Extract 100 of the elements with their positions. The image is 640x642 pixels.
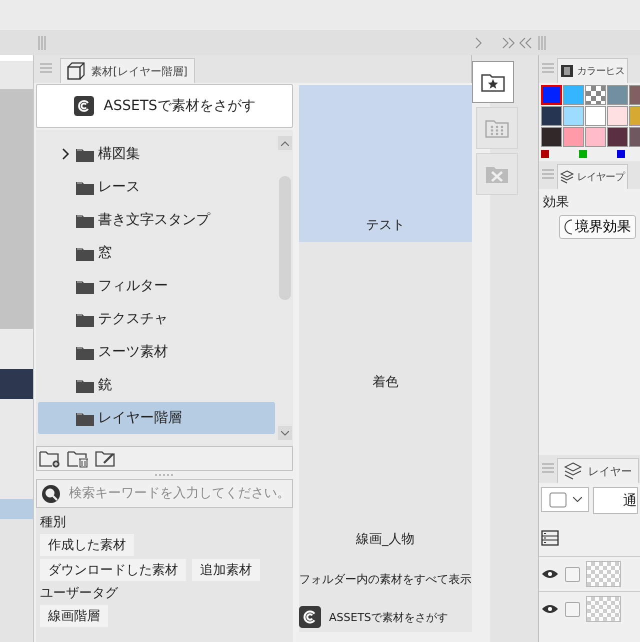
delete-folder-icon[interactable] — [67, 450, 89, 468]
folder-label: 構図集 — [98, 145, 140, 163]
tab-label: レイヤー — [588, 464, 632, 478]
folder-item[interactable]: レース — [38, 171, 275, 203]
new-folder-icon[interactable] — [39, 450, 61, 468]
color-swatch[interactable] — [541, 85, 562, 105]
folder-item[interactable]: スーツ素材 — [38, 336, 275, 368]
grip-icon[interactable] — [38, 36, 46, 50]
section-title: ユーザータグ — [40, 585, 120, 602]
layer-property-tab[interactable]: レイヤープ — [557, 164, 628, 189]
folder-icon — [76, 246, 94, 260]
cube-icon — [67, 62, 85, 80]
folder-label: レース — [98, 178, 140, 196]
expand-caret-icon[interactable] — [62, 148, 70, 160]
caret-icon — [281, 430, 289, 436]
side-tab[interactable] — [472, 61, 514, 103]
color-swatch[interactable] — [607, 127, 628, 147]
assets-link[interactable]: ASSETSで素材をさがす — [299, 602, 472, 632]
color-swatch[interactable] — [607, 106, 628, 126]
folder-item[interactable]: レイヤー階層 — [38, 402, 275, 434]
color-dropdown[interactable] — [541, 487, 589, 512]
material-label: 着色 — [372, 374, 398, 391]
material-tab[interactable]: 素材[レイヤー階層] — [60, 58, 195, 83]
folder-item[interactable]: 窓 — [38, 237, 275, 269]
eye-icon[interactable] — [541, 568, 559, 580]
folder-label: 書き文字スタンプ — [98, 211, 210, 229]
folder-icon — [76, 312, 94, 326]
folder-icon — [76, 344, 94, 360]
color-history-tab[interactable]: カラーヒス — [557, 58, 628, 83]
layer-row — [0, 499, 33, 519]
assets-logo-icon — [299, 606, 321, 628]
caret-icon — [281, 140, 289, 146]
folder-item[interactable]: 書き文字スタンプ — [38, 204, 275, 236]
folder-item[interactable]: 銃 — [38, 369, 275, 401]
scroll-down-button[interactable] — [278, 426, 292, 440]
color-swatch[interactable] — [585, 127, 606, 147]
grip-icon[interactable] — [538, 36, 546, 50]
search-icon — [41, 484, 61, 504]
color-swatch[interactable] — [563, 85, 584, 105]
layer-tab[interactable]: レイヤー — [557, 458, 639, 483]
search-field[interactable]: 検索キーワードを入力してください。 — [36, 479, 293, 508]
color-swatch[interactable] — [563, 127, 584, 147]
tag-chip[interactable]: ダウンロードした素材 — [40, 559, 186, 581]
double-chevron-icon[interactable] — [502, 36, 532, 48]
grid-folder-icon — [485, 118, 509, 138]
star-folder-icon — [481, 72, 505, 92]
scroll-up-button[interactable] — [278, 136, 292, 150]
layer-list-icon[interactable] — [541, 530, 559, 546]
folder-icon — [76, 212, 94, 228]
resize-handle-icon[interactable] — [154, 474, 174, 476]
layer-thumbnail — [586, 561, 621, 587]
folder-icon — [76, 378, 94, 392]
show-all-link[interactable]: フォルダー内の素材をすべて表示 — [299, 556, 472, 602]
folder-item[interactable]: フィルター — [38, 270, 275, 302]
layer-thumbnail — [586, 596, 621, 622]
material-label: 線画_人物 — [356, 531, 414, 548]
menu-icon[interactable] — [40, 62, 52, 72]
group-title: 効果 — [543, 194, 570, 211]
edit-folder-icon[interactable] — [95, 450, 117, 468]
tag-chip[interactable]: 作成した素材 — [40, 534, 134, 556]
folder-icon — [76, 410, 94, 426]
color-swatch[interactable] — [585, 106, 606, 126]
folder-label: テクスチャ — [98, 310, 168, 328]
transparent-swatch[interactable] — [585, 85, 606, 105]
folder-item[interactable]: テクスチャ — [38, 303, 275, 335]
menu-icon[interactable] — [542, 462, 554, 472]
folder-icon — [76, 180, 94, 194]
layer-checkbox[interactable] — [565, 566, 580, 582]
folder-label: 窓 — [98, 244, 112, 262]
chevron-right-icon[interactable] — [474, 36, 482, 48]
color-swatch[interactable] — [541, 106, 562, 126]
color-swatch[interactable] — [541, 127, 562, 147]
material-item[interactable]: テスト — [299, 85, 472, 242]
assets-button[interactable]: ASSETSで素材をさがす — [36, 84, 293, 128]
tab-label: カラーヒス — [577, 65, 624, 78]
material-item[interactable]: 線画_人物 — [299, 399, 472, 556]
layer-checkbox[interactable] — [565, 602, 580, 616]
tag-chip[interactable]: 線画階層 — [40, 605, 108, 627]
assets-logo-icon — [74, 96, 94, 116]
layers-icon — [560, 170, 574, 184]
eye-icon[interactable] — [541, 603, 559, 615]
x-folder-icon — [485, 164, 509, 184]
folder-item[interactable]: 構図集 — [38, 138, 275, 170]
tab-label: 素材[レイヤー階層] — [91, 64, 188, 78]
material-label: テスト — [366, 217, 405, 234]
caret-icon — [572, 497, 582, 502]
layers-icon — [564, 462, 582, 480]
menu-icon[interactable] — [542, 168, 554, 178]
material-item[interactable]: 着色 — [299, 242, 472, 399]
radio-option[interactable]: 境界効果 — [559, 215, 636, 239]
color-swatch — [0, 369, 33, 399]
swatch-icon — [548, 492, 566, 508]
folder-label: フィルター — [98, 277, 168, 295]
color-swatch[interactable] — [563, 106, 584, 126]
menu-icon[interactable] — [542, 62, 554, 72]
blend-mode-field[interactable]: 通 — [593, 487, 638, 514]
color-swatch[interactable] — [607, 85, 628, 105]
folder-icon — [76, 146, 94, 162]
tag-chip[interactable]: 追加素材 — [192, 559, 260, 581]
tab-label: レイヤープ — [577, 170, 624, 184]
